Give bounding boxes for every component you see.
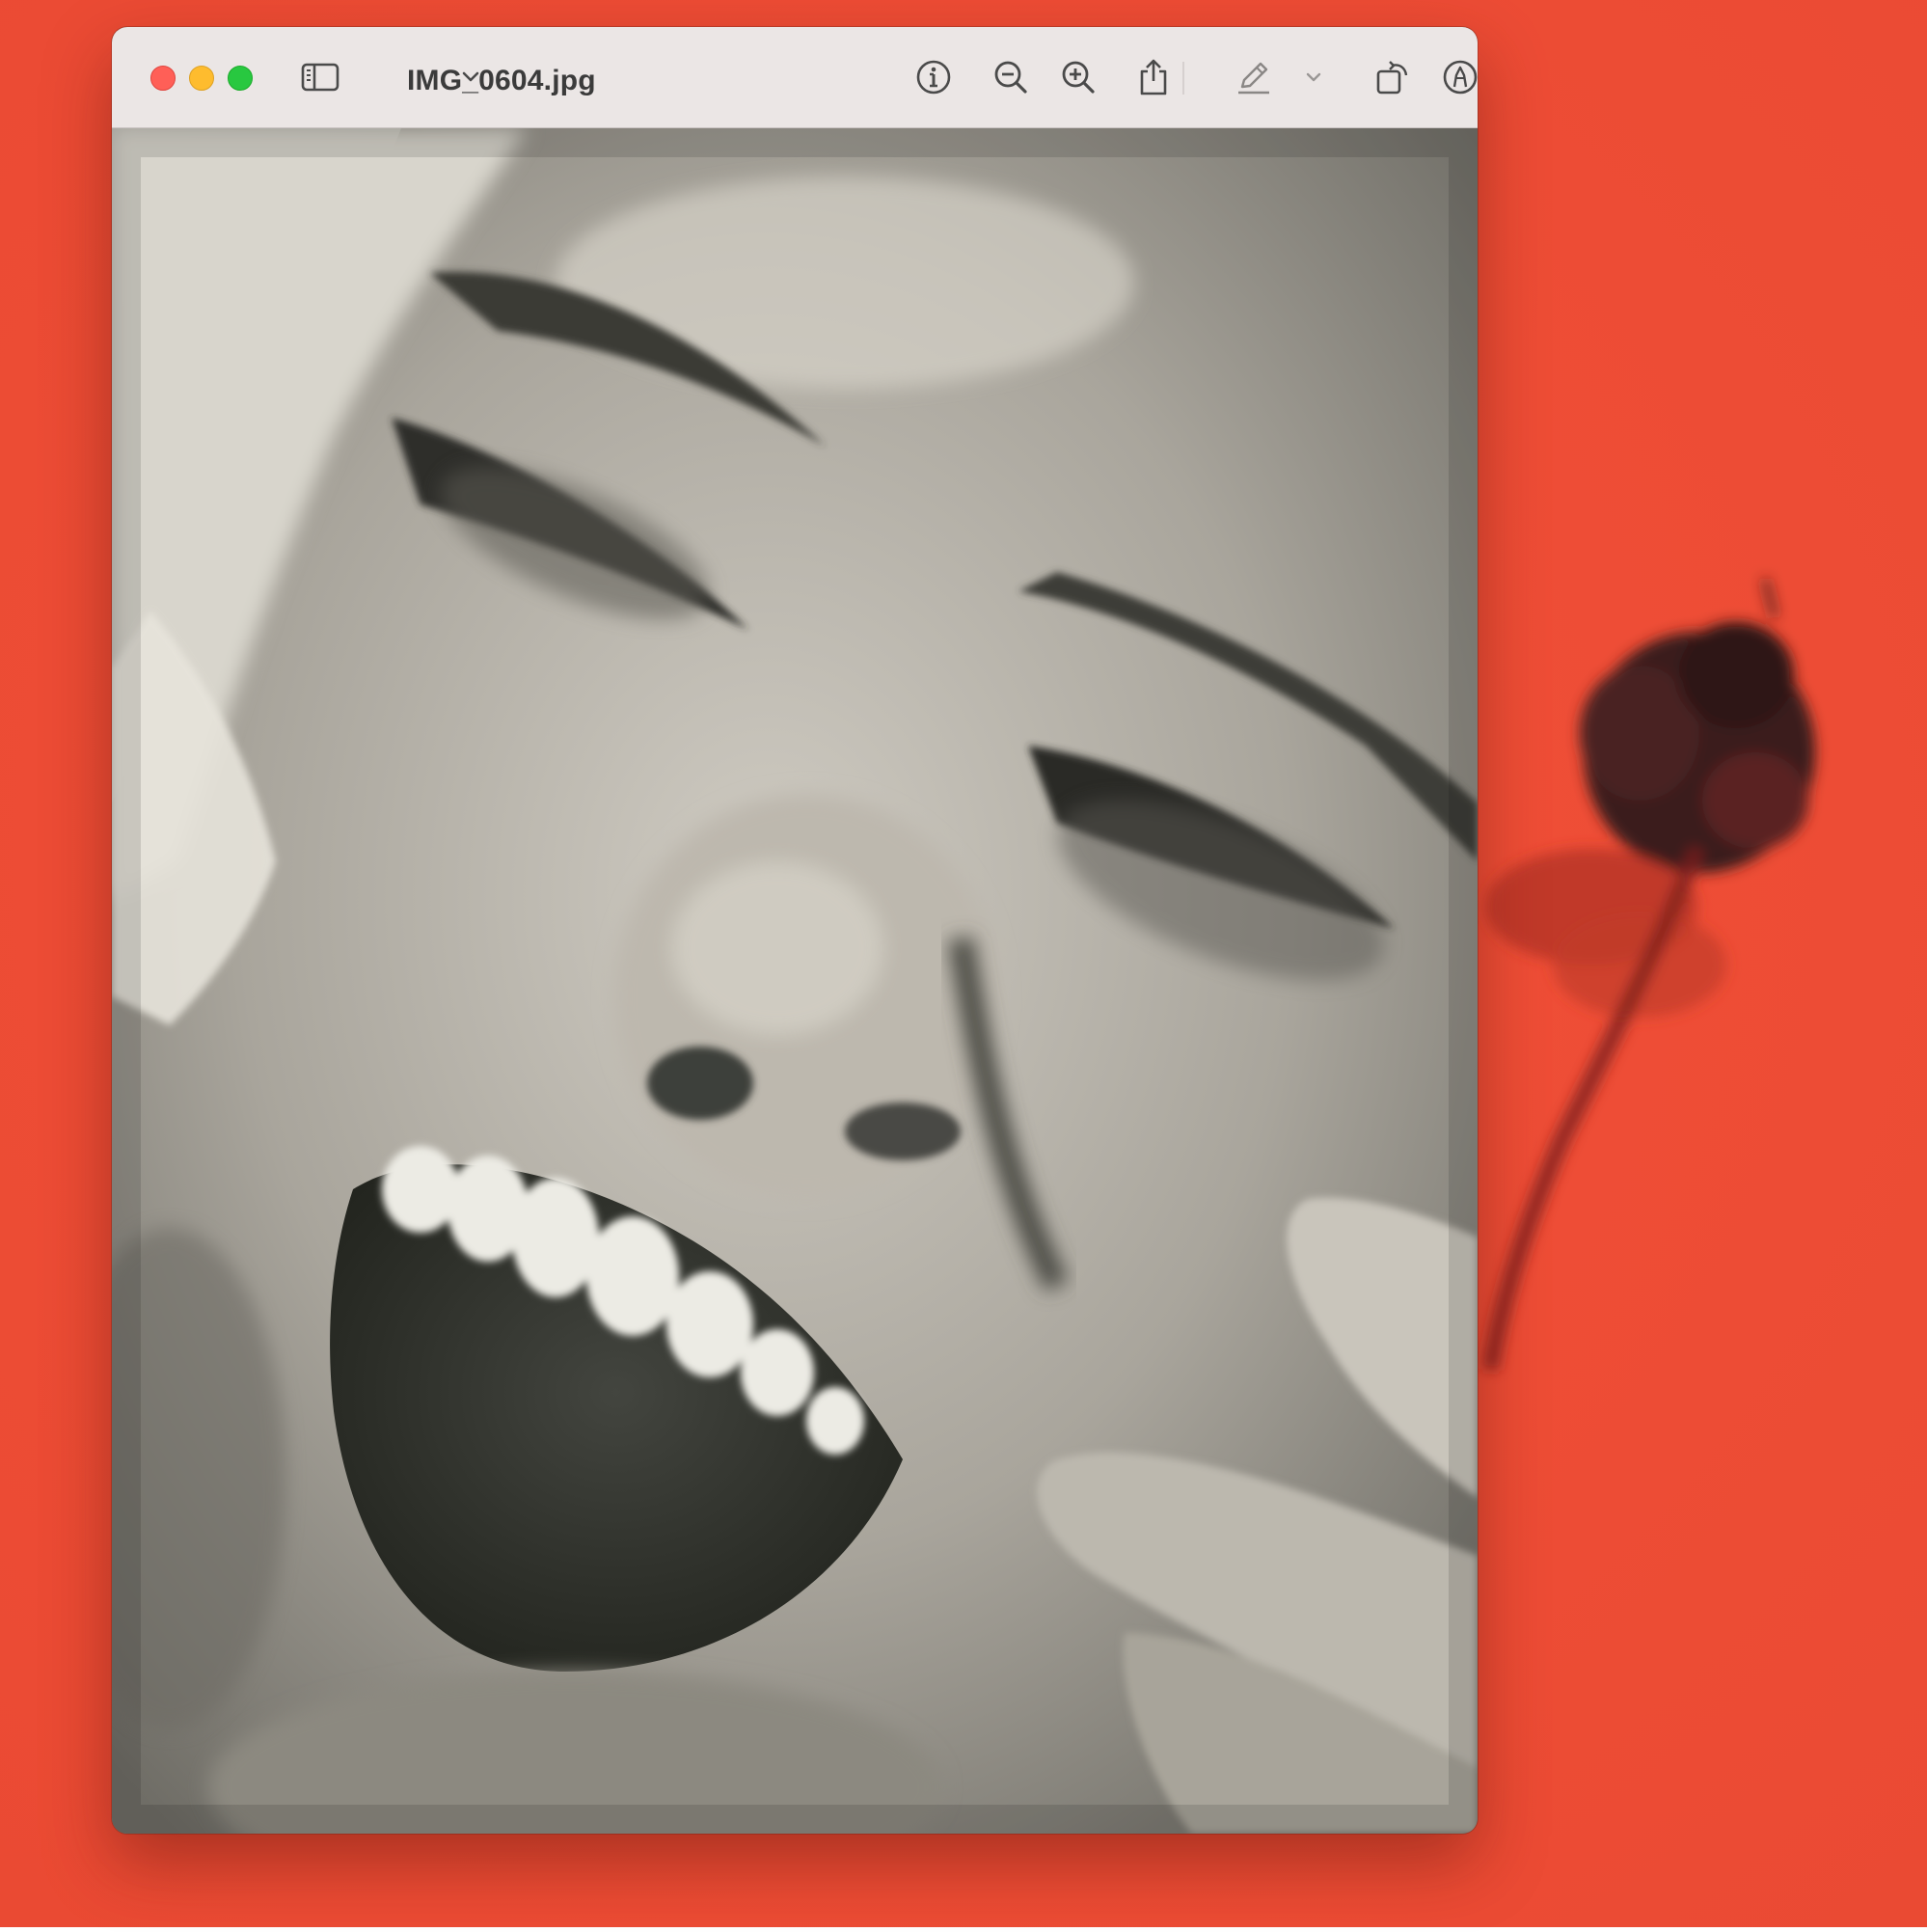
preview-window: IMG_0604.jpg bbox=[112, 27, 1478, 1834]
zoom-out-icon bbox=[994, 61, 1027, 94]
rotate-button[interactable] bbox=[1371, 56, 1414, 98]
sidebar-toggle-button[interactable] bbox=[299, 56, 341, 98]
sidebar-icon bbox=[301, 63, 339, 92]
markup-menu-button[interactable] bbox=[1302, 56, 1325, 98]
pen-tip-circle-icon bbox=[1443, 60, 1478, 95]
pencil-icon bbox=[1238, 62, 1269, 95]
zoom-in-button[interactable] bbox=[1057, 56, 1099, 98]
zoom-button[interactable] bbox=[228, 66, 253, 91]
portrait-photo bbox=[112, 99, 1478, 1834]
rotate-icon bbox=[1376, 61, 1408, 95]
annotate-button[interactable] bbox=[1439, 56, 1478, 98]
minimize-button[interactable] bbox=[189, 66, 214, 91]
zoom-in-icon bbox=[1062, 61, 1095, 94]
toolbar-separator bbox=[1182, 62, 1184, 95]
close-button[interactable] bbox=[150, 66, 176, 91]
share-button[interactable] bbox=[1132, 56, 1175, 98]
info-button[interactable] bbox=[912, 56, 955, 98]
share-icon bbox=[1140, 59, 1167, 95]
zoom-out-button[interactable] bbox=[990, 56, 1032, 98]
title-bar: IMG_0604.jpg bbox=[112, 27, 1478, 128]
chevron-down-icon bbox=[1306, 72, 1321, 82]
photo-viewer[interactable] bbox=[112, 99, 1478, 1834]
markup-button[interactable] bbox=[1233, 56, 1275, 98]
info-icon bbox=[916, 60, 951, 95]
window-title: IMG_0604.jpg bbox=[407, 65, 596, 96]
